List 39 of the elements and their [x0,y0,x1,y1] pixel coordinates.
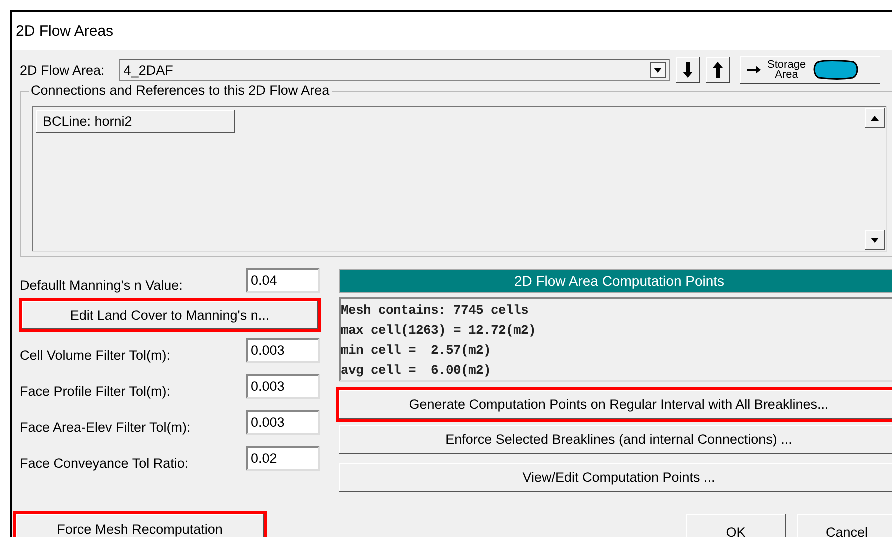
summary-line: max cell(1263) = 12.72(m2) [341,322,538,340]
edit-land-cover-button[interactable]: Edit Land Cover to Manning's n... [22,301,318,329]
summary-line: avg cell = 6.00(m2) [341,362,492,380]
move-up-button[interactable] [706,57,730,83]
up-arrow-icon [712,62,723,78]
field-label: Face Conveyance Tol Ratio: [20,456,189,471]
move-down-button[interactable] [676,57,700,83]
up-triangle-icon [871,116,879,120]
action-button[interactable]: View/Edit Computation Points ... [339,463,892,492]
action-button[interactable]: Enforce Selected Breaklines (and internal Connections) ... [339,425,892,454]
value-field[interactable]: 0.003 [246,374,320,399]
field-label: 2D Flow Area: [20,62,105,78]
summary-line: min cell = 2.57(m2) [341,342,492,360]
window-title: 2D Flow Areas [16,22,114,40]
summary-line: Mesh contains: 7745 cells [341,302,530,320]
group-title: Connections and References to this 2D Flow Area [29,83,332,98]
dropdown-arrow-icon [654,68,662,72]
down-arrow-icon [682,62,693,78]
right-arrow-icon [746,65,761,75]
storage-area-icon [812,60,859,80]
section-header: 2D Flow Area Computation Points [514,273,725,289]
field-label: Cell Volume Filter Tol(m): [20,348,171,363]
value-field[interactable]: 0.003 [246,338,320,363]
value-field[interactable]: 0.003 [246,410,320,435]
scroll-down-button[interactable] [865,230,885,250]
down-triangle-icon [871,238,879,242]
flow-area-dropdown[interactable]: 4_2DAF [118,59,670,81]
force-recompute-button[interactable]: Force Mesh Recomputation [16,514,264,537]
storage-area-button[interactable]: Storage Area [740,56,880,84]
cancel-button[interactable]: Cancel [797,514,892,537]
ok-button[interactable]: OK [686,514,786,537]
field-label: Defaullt Manning's n Value: [20,278,183,293]
value-field[interactable]: 0.04 [246,268,320,293]
list-item[interactable]: BCLine: horni2 [36,110,235,133]
field-label: Face Area-Elev Filter Tol(m): [20,420,191,435]
action-button[interactable]: Generate Computation Points on Regular Interval with All Breaklines... [339,390,892,419]
scroll-up-button[interactable] [865,108,885,128]
field-label: Face Profile Filter Tol(m): [20,384,171,399]
value-field[interactable]: 0.02 [246,446,320,471]
